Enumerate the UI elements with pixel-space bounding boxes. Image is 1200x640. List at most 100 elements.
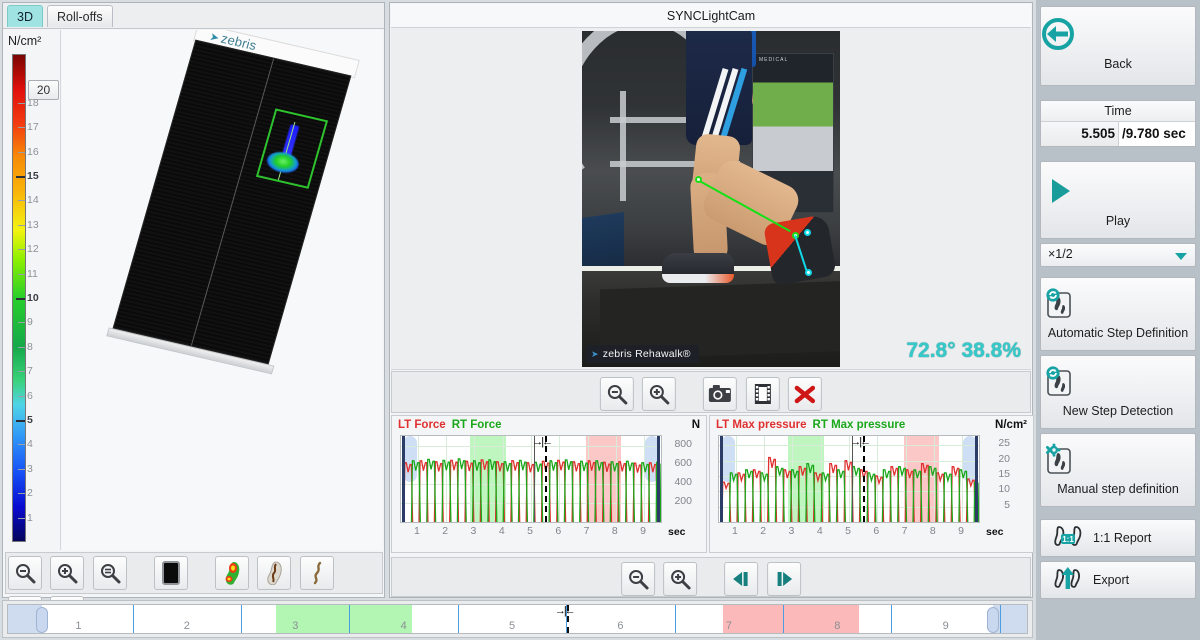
chart-time-cursor[interactable]	[863, 436, 866, 522]
timeline-track[interactable]: 1 2 3 4 5 6 7 8 9 →|←	[7, 604, 1028, 634]
x-tick-6: 6	[873, 525, 880, 537]
legend-rt-pressure: RT Max pressure	[812, 419, 906, 431]
pressure-chart[interactable]: LT Max pressure RT Max pressure N/cm² →|←…	[709, 415, 1034, 553]
x-tick-9: 9	[640, 525, 646, 537]
force-x-axis: 1 2 3 4 5 6 7 8 9	[400, 525, 662, 541]
plate-midline	[190, 58, 275, 346]
force-plot-area[interactable]: →|←	[400, 435, 662, 523]
video-zoom-in-button[interactable]	[642, 377, 677, 411]
play-button[interactable]: Play	[1040, 161, 1196, 239]
toe-marker-dot[interactable]	[805, 269, 812, 276]
x-tick-2: 2	[760, 525, 767, 537]
back-button[interactable]: Back	[1040, 6, 1196, 86]
sidebar-gap-4	[1036, 511, 1200, 519]
timeline-end-handle[interactable]	[987, 607, 999, 633]
global-timeline[interactable]: 1 2 3 4 5 6 7 8 9 →|←	[2, 600, 1033, 638]
y-tick-400: 400	[674, 475, 692, 488]
chart-time-cursor[interactable]	[545, 436, 548, 522]
timeline-tick	[349, 605, 351, 633]
film-export-button[interactable]	[745, 377, 780, 411]
legend-tick-4: 4	[18, 438, 33, 450]
force-chart[interactable]: LT Force RT Force N →|← 200 400 600 800 1 2 3 4…	[391, 415, 707, 553]
playback-speed-value: ×1/2	[1048, 247, 1073, 261]
chart-right-edge-bar[interactable]	[657, 436, 660, 522]
force-x-unit: sec	[668, 526, 686, 538]
zoom-reset-button[interactable]	[92, 556, 127, 590]
force-y-axis: 200 400 600 800	[664, 435, 692, 523]
legend-unit-label: N/cm²	[8, 34, 42, 48]
legend-tick-10: 10	[16, 292, 39, 304]
heel-marker-dot[interactable]	[804, 229, 811, 236]
svg-text:1:1: 1:1	[1062, 535, 1074, 544]
butterfly-line-button[interactable]	[299, 556, 334, 590]
snapshot-button[interactable]	[703, 377, 738, 411]
video-toolbar	[391, 371, 1031, 413]
y-tick-800: 800	[674, 437, 692, 450]
x-tick-6: 6	[555, 525, 562, 537]
zoom-in-button[interactable]	[50, 556, 85, 590]
chart-step-boundary	[533, 436, 535, 522]
timeline-step-number-2: 2	[183, 620, 190, 632]
tab-3d[interactable]: 3D	[7, 5, 43, 27]
next-frame-button[interactable]	[766, 562, 801, 596]
video-zoom-out-button[interactable]	[599, 377, 634, 411]
current-time-value[interactable]: 5.505	[1041, 122, 1119, 146]
x-tick-9: 9	[958, 525, 964, 537]
center-video-panel: SYNCLightCam MEDICAL ➤ zebris Rehawalk® …	[389, 2, 1034, 598]
timeline-tick	[241, 605, 243, 633]
y-tick-600: 600	[674, 456, 692, 469]
rehawalk-watermark: zebris Rehawalk®	[586, 345, 699, 363]
timeline-start-handle[interactable]	[36, 607, 48, 633]
sidebar-gap-1	[1036, 90, 1200, 100]
playback-speed-select[interactable]: ×1/2	[1040, 243, 1196, 267]
chart-left-edge-bar[interactable]	[720, 436, 723, 522]
manual-step-definition-button[interactable]: Manual step definition	[1040, 433, 1196, 507]
chart-series-svg	[403, 458, 661, 522]
export-button[interactable]: Export	[1040, 561, 1196, 599]
export-feet-icon	[1051, 567, 1085, 595]
report-button[interactable]: 1:1 1:1 Report	[1040, 519, 1196, 557]
pressure-plate: zebris	[106, 30, 361, 375]
manual-step-icon	[1041, 442, 1195, 476]
video-frame[interactable]: MEDICAL ➤ zebris Rehawalk®	[582, 31, 840, 367]
zoom-out-button[interactable]	[8, 556, 42, 590]
automatic-step-definition-button[interactable]: Automatic Step Definition	[1040, 277, 1196, 351]
pressure-plot-area[interactable]: →|←	[718, 435, 980, 523]
legend-tick-17: 17	[18, 121, 39, 133]
chart-left-edge-bar[interactable]	[402, 436, 405, 522]
chart-right-edge-bar[interactable]	[975, 436, 978, 522]
legend-lt-pressure: LT Max pressure	[716, 419, 807, 431]
knee-marker-dot[interactable]	[695, 176, 702, 183]
chart-step-width-marker: →|←	[532, 436, 553, 448]
x-tick-4: 4	[498, 525, 505, 537]
timeline-zoom-out-button[interactable]	[621, 562, 656, 596]
legend-rt-force: RT Force	[451, 419, 502, 431]
x-tick-3: 3	[470, 525, 477, 537]
new-step-detection-button[interactable]: New Step Detection	[1040, 355, 1196, 429]
legend-tick-7: 7	[18, 365, 33, 377]
chart-step-width-marker: →|←	[850, 436, 871, 448]
delete-video-button[interactable]	[788, 377, 823, 411]
timeline-tick	[674, 605, 676, 633]
back-arrow-circle-icon	[1041, 17, 1195, 51]
legend-tick-9: 9	[18, 316, 33, 328]
timeline-tick	[783, 605, 785, 633]
pressure-plate-3d-scene[interactable]: zebris	[62, 30, 382, 550]
legend-tick-12: 12	[18, 243, 39, 255]
y-tick-10: 10	[998, 483, 1010, 496]
x-tick-8: 8	[611, 525, 618, 537]
prev-frame-button[interactable]	[724, 562, 759, 596]
y-tick-200: 200	[674, 494, 692, 507]
left-panel-toolbar	[5, 552, 383, 630]
gait-line-foot-button[interactable]	[257, 556, 292, 590]
plate-view-button[interactable]	[153, 556, 188, 590]
pressure-foot-button[interactable]	[214, 556, 249, 590]
back-shoe-sole	[662, 274, 734, 283]
timeline-zoom-in-button[interactable]	[663, 562, 698, 596]
legend-tick-3: 3	[18, 463, 33, 475]
timeline-step-number-9: 9	[942, 620, 949, 632]
pressure-y-axis: 5 10 15 20 25	[982, 435, 1010, 523]
legend-tick-8: 8	[18, 341, 33, 353]
video-area: MEDICAL ➤ zebris Rehawalk® 72.8° 38.8%	[391, 28, 1031, 370]
tab-roll-offs[interactable]: Roll-offs	[46, 5, 113, 27]
